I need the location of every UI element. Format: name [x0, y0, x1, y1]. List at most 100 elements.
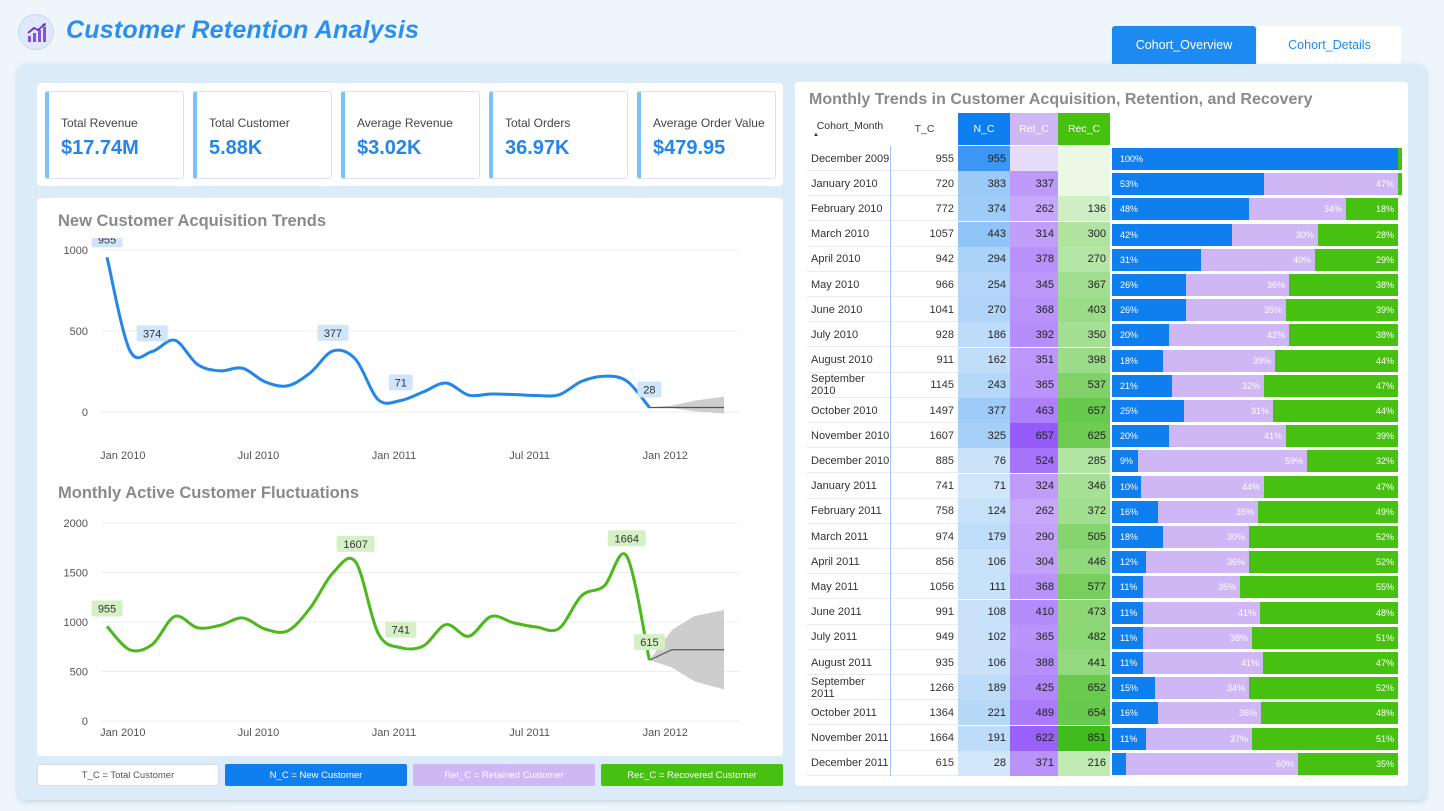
cell-total-customer: 1041 — [929, 303, 954, 316]
table-row[interactable]: January 2011 741 71 324 346 10% 44% 47% — [807, 473, 1398, 499]
cell-recovered-customer — [1058, 171, 1110, 197]
cell-new-customer: 294 — [958, 246, 1010, 272]
table-row[interactable]: January 2010 720 383 337 53% 47% — [807, 171, 1402, 197]
tab-cohort-details[interactable]: Cohort_Details — [1258, 26, 1401, 64]
chart-growth-icon — [18, 14, 54, 50]
table-row[interactable]: February 2011 758 124 262 372 16% 35% 49… — [807, 498, 1398, 524]
column-header-tc[interactable]: T_C — [891, 113, 958, 145]
table-row[interactable]: August 2011 935 106 388 441 11% 41% 47% — [807, 650, 1398, 675]
stacked-bar[interactable]: 16% 35% 49% — [1112, 500, 1398, 523]
cell-total-customer: 955 — [935, 152, 954, 165]
y-tick-label: 500 — [70, 667, 88, 679]
table-row[interactable]: October 2010 1497 377 463 657 25% 31% 44… — [807, 398, 1398, 423]
bar-segment-recovered: 51% — [1252, 626, 1398, 649]
stacked-bar[interactable]: 48% 34% 18% — [1112, 198, 1398, 221]
bar-segment-recovered: 48% — [1261, 702, 1398, 725]
table-row[interactable]: October 2011 1364 221 489 654 16% 36% 48… — [807, 700, 1398, 726]
cell-recovered-customer: 216 — [1058, 750, 1110, 776]
table-row[interactable]: March 2011 974 179 290 505 18% 30% 52% — [807, 524, 1398, 549]
bar-segment-retained: 35% — [1186, 299, 1286, 322]
table-row[interactable]: August 2010 911 162 351 398 18% 39% 44% — [807, 347, 1398, 373]
x-tick-label: Jul 2010 — [238, 727, 280, 739]
stacked-bar[interactable]: 26% 35% 39% — [1112, 299, 1398, 322]
stacked-bar[interactable]: 10% 44% 47% — [1112, 475, 1398, 498]
stacked-bar[interactable]: 11% 41% 48% — [1112, 601, 1398, 624]
table-row[interactable]: November 2010 1607 325 657 625 20% 41% 3… — [807, 423, 1398, 449]
cell-new-customer: 28 — [958, 750, 1010, 776]
bar-segment-new: 20% — [1112, 324, 1169, 347]
cell-recovered-customer: 654 — [1058, 700, 1110, 726]
cell-recovered-customer: 625 — [1058, 423, 1110, 449]
bar-segment-retained: 36% — [1146, 551, 1249, 574]
table-row[interactable]: September 2010 1145 243 365 537 21% 32% … — [807, 372, 1398, 398]
cell-cohort-month: October 2010 — [811, 404, 878, 417]
stacked-bar[interactable]: 21% 32% 47% — [1112, 374, 1398, 397]
cell-cohort-month: September 2011 — [811, 675, 865, 700]
table-row[interactable]: May 2011 1056 111 368 577 11% 35% 55% — [807, 574, 1398, 600]
table-row[interactable]: December 2009 955 955 100% — [807, 146, 1402, 171]
stacked-bar[interactable]: 100% — [1112, 148, 1402, 170]
new-customer-line-chart[interactable]: 0 500 1000 Jan 2010 Jul 2010 Jan 2011 Jul 2011… — [50, 238, 770, 468]
table-row[interactable]: April 2011 856 106 304 446 12% 36% 52% — [807, 549, 1398, 575]
table-row[interactable]: November 2011 1664 191 622 851 11% 37% 5… — [807, 725, 1398, 751]
stacked-bar[interactable]: 16% 36% 48% — [1112, 702, 1398, 725]
data-label: 1607 — [343, 539, 367, 551]
cell-total-customer: 935 — [935, 656, 954, 669]
stacked-bar[interactable]: 42% 30% 28% — [1112, 223, 1398, 246]
stacked-bar[interactable]: 9% 59% 32% — [1112, 450, 1398, 473]
table-row[interactable]: February 2010 772 374 262 136 48% 34% 18… — [807, 196, 1398, 222]
bar-segment-new: 10% — [1112, 475, 1141, 498]
stacked-bar[interactable]: 18% 39% 44% — [1112, 349, 1398, 372]
stacked-bar[interactable]: 60% 35% — [1112, 752, 1398, 775]
x-tick-label: Jan 2011 — [372, 450, 416, 462]
cell-recovered-customer: 285 — [1058, 448, 1110, 474]
table-row[interactable]: March 2010 1057 443 314 300 42% 30% 28% — [807, 221, 1398, 247]
table-row[interactable]: June 2010 1041 270 368 403 26% 35% 39% — [807, 297, 1398, 323]
stacked-bar[interactable]: 20% 41% 39% — [1112, 425, 1398, 448]
cell-new-customer: 124 — [958, 498, 1010, 524]
bar-segment-new: 20% — [1112, 425, 1169, 448]
stacked-bar[interactable]: 12% 36% 52% — [1112, 551, 1398, 574]
table-row[interactable]: May 2010 966 254 345 367 26% 36% 38% — [807, 272, 1398, 297]
table-row[interactable]: July 2011 949 102 365 482 11% 38% 51% — [807, 624, 1398, 650]
cell-retained-customer: 463 — [1010, 398, 1058, 423]
active-customer-line-chart[interactable]: 0 500 1000 1500 2000 Jan 2010 Jul 2010 Jan 2011… — [50, 510, 770, 746]
cell-retained-customer: 345 — [1010, 272, 1058, 297]
series-line — [105, 552, 651, 661]
stacked-bar[interactable]: 31% 40% 29% — [1112, 248, 1398, 271]
stacked-bar[interactable]: 20% 42% 38% — [1112, 324, 1398, 347]
bar-segment-new: 48% — [1112, 198, 1249, 221]
column-header-ret[interactable]: Ret_C — [1010, 113, 1058, 145]
stacked-bar[interactable]: 11% 35% 55% — [1112, 576, 1398, 599]
stacked-bar[interactable]: 15% 34% 52% — [1112, 677, 1398, 700]
bar-segment-retained: 44% — [1141, 475, 1264, 498]
stacked-bar[interactable]: 11% 37% 51% — [1112, 727, 1398, 750]
table-row[interactable]: July 2010 928 186 392 350 20% 42% 38% — [807, 322, 1398, 348]
stacked-bar[interactable]: 53% 47% — [1112, 173, 1402, 196]
column-header-rec[interactable]: Rec_C — [1058, 113, 1110, 145]
cell-new-customer: 191 — [958, 725, 1010, 751]
column-header-cohort-month[interactable]: Cohort_Month ▲ — [809, 113, 891, 145]
y-tick-label: 1000 — [64, 245, 88, 257]
column-header-nc[interactable]: N_C — [958, 113, 1010, 145]
cell-total-customer: 1056 — [929, 580, 954, 593]
stacked-bar[interactable]: 25% 31% 44% — [1112, 400, 1398, 422]
table-row[interactable]: September 2011 1266 189 425 652 15% 34% … — [807, 675, 1398, 701]
table-row[interactable]: April 2010 942 294 378 270 31% 40% 29% — [807, 246, 1398, 272]
table-row[interactable]: December 2011 615 28 371 216 60% 35% — [807, 750, 1398, 776]
bar-segment-new — [1112, 752, 1126, 775]
table-row[interactable]: June 2011 991 108 410 473 11% 41% 48% — [807, 599, 1398, 625]
bar-segment-retained: 36% — [1158, 702, 1261, 725]
stacked-bar[interactable]: 18% 30% 52% — [1112, 526, 1398, 548]
stacked-bar[interactable]: 11% 41% 47% — [1112, 652, 1398, 674]
stacked-bar[interactable]: 11% 38% 51% — [1112, 626, 1398, 649]
stacked-bar[interactable]: 26% 36% 38% — [1112, 274, 1398, 296]
bar-segment-retained: 35% — [1143, 576, 1240, 599]
table-row[interactable]: December 2010 885 76 524 285 9% 59% 32% — [807, 448, 1398, 474]
cell-new-customer: 162 — [958, 347, 1010, 373]
bar-segment-retained: 30% — [1163, 526, 1249, 548]
tab-cohort-overview[interactable]: Cohort_Overview — [1112, 26, 1256, 64]
kpi-card-average-revenue: Average Revenue $3.02K — [341, 91, 480, 179]
cell-recovered-customer: 398 — [1058, 347, 1110, 373]
cell-cohort-month: April 2011 — [811, 555, 860, 568]
